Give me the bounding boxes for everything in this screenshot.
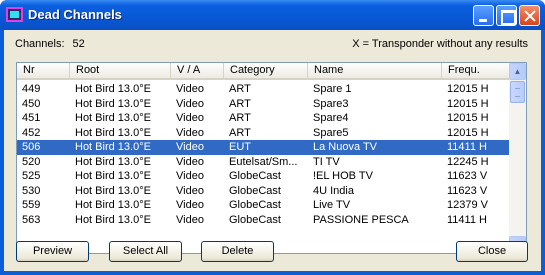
table-cell: 452 [22, 126, 41, 139]
list-rows: 449 Hot Bird 13.0°E Video ART Spare 1 12015 H… [17, 82, 510, 227]
column-header-frequency[interactable]: Frequ. [442, 63, 510, 80]
table-cell: 506 [22, 141, 41, 153]
dead-channels-window: Dead Channels Channels: 52 X = Transponde… [0, 0, 545, 275]
table-cell: !EL HOB TV [313, 170, 373, 182]
table-cell: 11411 H [447, 141, 487, 153]
table-cell: 12245 H [447, 155, 489, 168]
column-header-va[interactable]: V / A [171, 63, 224, 80]
table-cell: Hot Bird 13.0°E [75, 97, 151, 110]
close-button[interactable]: Close [456, 241, 528, 262]
table-cell: Video [176, 184, 204, 197]
table-cell: 12015 H [447, 97, 489, 110]
table-row[interactable]: 520 Hot Bird 13.0°E Video Eutelsat/Sm... TI … [17, 155, 510, 170]
table-cell: 559 [22, 199, 41, 211]
table-row[interactable]: 530 Hot Bird 13.0°E Video GlobeCast 4U India… [17, 184, 510, 199]
table-cell: Hot Bird 13.0°E [75, 213, 151, 226]
table-row[interactable]: 563 Hot Bird 13.0°E Video GlobeCast PASSIONE… [17, 213, 510, 228]
table-cell: Hot Bird 13.0°E [75, 112, 151, 124]
channel-count: Channels: 52 [15, 38, 85, 50]
table-cell: Video [176, 97, 204, 110]
column-header-root[interactable]: Root [70, 63, 171, 80]
minimize-button[interactable] [473, 5, 494, 26]
column-header-category[interactable]: Category [224, 63, 308, 80]
table-cell: Video [176, 112, 204, 124]
table-cell: 563 [22, 213, 41, 226]
table-cell: PASSIONE PESCA [313, 213, 409, 226]
table-cell: 449 [22, 83, 41, 95]
table-cell: GlobeCast [229, 184, 281, 197]
table-cell: ART [229, 112, 251, 124]
table-cell: 11623 V [447, 184, 488, 197]
table-cell: 11411 H [447, 213, 487, 226]
table-cell: Video [176, 155, 204, 168]
table-cell: Video [176, 199, 204, 211]
table-cell: Hot Bird 13.0°E [75, 184, 151, 197]
table-cell: La Nuova TV [313, 141, 378, 153]
maximize-button[interactable] [496, 5, 517, 26]
table-cell: Hot Bird 13.0°E [75, 126, 151, 139]
table-cell: 12015 H [447, 83, 489, 95]
table-cell: ART [229, 126, 251, 139]
table-cell: ART [229, 83, 251, 95]
scroll-thumb[interactable] [510, 81, 525, 103]
window-title: Dead Channels [28, 7, 122, 22]
table-cell: 520 [22, 155, 41, 168]
app-icon [6, 7, 23, 22]
table-cell: Live TV [313, 199, 351, 211]
table-cell: Video [176, 83, 204, 95]
table-cell: 525 [22, 170, 41, 182]
table-cell: Spare3 [313, 97, 349, 110]
column-header-name[interactable]: Name [308, 63, 442, 80]
table-cell: 12015 H [447, 126, 489, 139]
close-window-button[interactable] [519, 5, 540, 26]
table-row[interactable]: 506 Hot Bird 13.0°E Video EUT La Nuova TV 114… [17, 140, 510, 155]
table-cell: GlobeCast [229, 199, 281, 211]
table-cell: Hot Bird 13.0°E [75, 155, 151, 168]
table-cell: 451 [22, 112, 41, 124]
table-cell: Hot Bird 13.0°E [75, 199, 151, 211]
column-header-nr[interactable]: Nr [17, 63, 70, 80]
channel-list[interactable]: Nr Root V / A Category Name Frequ. 449 Ho… [16, 62, 527, 254]
table-cell: 450 [22, 97, 41, 110]
table-cell: 11623 V [447, 170, 488, 182]
table-cell: Hot Bird 13.0°E [75, 141, 151, 153]
table-cell: 530 [22, 184, 41, 197]
scroll-up-button[interactable]: ▲ [509, 63, 526, 80]
table-cell: Hot Bird 13.0°E [75, 170, 151, 182]
table-cell: Video [176, 213, 204, 226]
table-cell: Hot Bird 13.0°E [75, 83, 151, 95]
table-cell: TI TV [313, 155, 340, 168]
table-row[interactable]: 450 Hot Bird 13.0°E Video ART Spare3 12015 H [17, 97, 510, 112]
channels-label: Channels: [15, 38, 65, 50]
table-cell: Spare5 [313, 126, 349, 139]
table-row[interactable]: 525 Hot Bird 13.0°E Video GlobeCast !EL HOB … [17, 169, 510, 184]
table-cell: Video [176, 141, 204, 153]
table-row[interactable]: 559 Hot Bird 13.0°E Video GlobeCast Live TV 1… [17, 198, 510, 213]
table-cell: Spare 1 [313, 83, 352, 95]
table-cell: Spare4 [313, 112, 349, 124]
preview-button[interactable]: Preview [16, 241, 89, 262]
table-cell: GlobeCast [229, 170, 281, 182]
legend-text: X = Transponder without any results [352, 38, 528, 50]
table-cell: 12379 V [447, 199, 488, 211]
table-cell: GlobeCast [229, 213, 281, 226]
title-bar[interactable]: Dead Channels [0, 0, 545, 30]
table-cell: 4U India [313, 184, 354, 197]
select-all-button[interactable]: Select All [109, 241, 182, 262]
table-row[interactable]: 452 Hot Bird 13.0°E Video ART Spare5 12015 H [17, 126, 510, 141]
dialog-body: Channels: 52 X = Transponder without any … [4, 30, 541, 271]
vertical-scrollbar[interactable]: ▲ ▼ [509, 63, 526, 253]
table-cell: EUT [229, 141, 251, 153]
table-cell: Video [176, 126, 204, 139]
table-cell: Video [176, 170, 204, 182]
table-row[interactable]: 449 Hot Bird 13.0°E Video ART Spare 1 12015 H [17, 82, 510, 97]
table-row[interactable]: 451 Hot Bird 13.0°E Video ART Spare4 12015 H [17, 111, 510, 126]
delete-button[interactable]: Delete [201, 241, 274, 262]
table-cell: 12015 H [447, 112, 489, 124]
table-cell: Eutelsat/Sm... [229, 155, 298, 168]
channels-count-value: 52 [72, 38, 85, 50]
table-cell: ART [229, 97, 251, 110]
list-header: Nr Root V / A Category Name Frequ. [17, 63, 510, 80]
